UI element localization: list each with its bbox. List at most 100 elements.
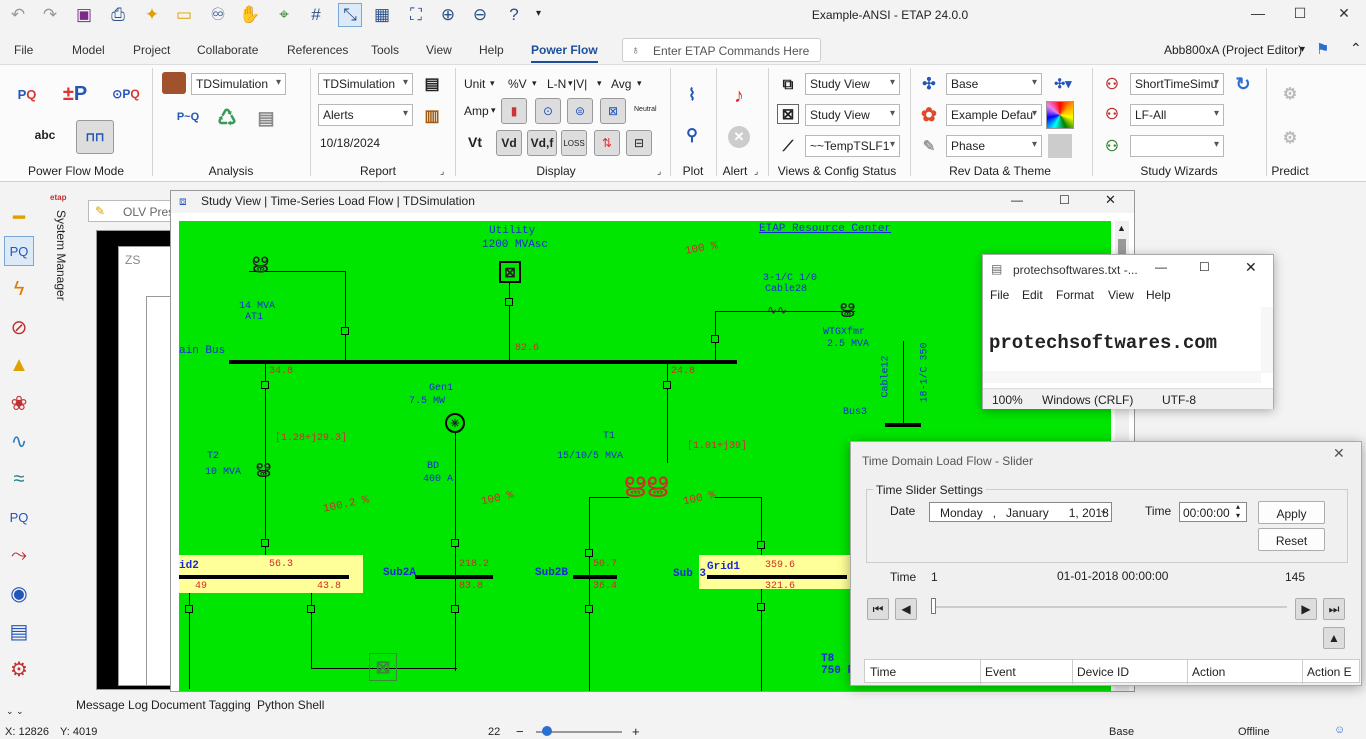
binoculars-icon[interactable]: ♾ <box>206 3 230 27</box>
toolbar-scroll-icon[interactable]: ⌄ ⌄ <box>6 706 24 717</box>
avg-dropdown-icon[interactable]: ▾ <box>637 78 642 89</box>
zoom-in-button[interactable]: + <box>632 724 640 739</box>
menu-help[interactable]: Help <box>479 43 504 57</box>
optimal-power-flow-icon[interactable]: ± P <box>58 80 92 108</box>
undo-icon[interactable]: ↶ <box>6 3 30 27</box>
print-icon[interactable]: ⎙ <box>106 3 130 27</box>
breaker-node[interactable] <box>261 539 269 547</box>
at1-transformer-icon[interactable]: ൠ <box>251 251 268 274</box>
breaker-node[interactable] <box>185 605 193 613</box>
zoom-in-icon[interactable]: ⊕ <box>436 3 460 27</box>
display-l-n[interactable]: L-N <box>547 77 566 91</box>
pct-v-dropdown-icon[interactable]: ▾ <box>532 78 537 89</box>
flow-direction-icon[interactable]: ⇅ <box>594 130 620 156</box>
config-icon[interactable]: ⊠ <box>777 104 799 124</box>
notepad-close-button[interactable]: ✕ <box>1245 259 1257 276</box>
next-frame-button[interactable]: ▶ <box>1295 598 1317 620</box>
menu-power-flow[interactable]: Power Flow <box>531 43 598 63</box>
report-manager-icon[interactable]: ▤ <box>420 72 444 96</box>
t2-transformer-icon[interactable]: ൠ <box>255 457 271 478</box>
gauge-pq-icon[interactable]: ⊙P Q <box>110 78 142 110</box>
breaker-node[interactable] <box>663 381 671 389</box>
time-series-mode-icon[interactable]: ⊓⊓ <box>76 120 114 154</box>
solar-panel-icon[interactable]: ▤ <box>250 104 282 132</box>
notepad-menu-help[interactable]: Help <box>1146 288 1171 302</box>
slider-close-button[interactable]: ✕ <box>1333 445 1345 462</box>
time-slider-thumb[interactable] <box>931 598 936 614</box>
display-unit[interactable]: Unit <box>464 77 485 91</box>
sub2b-bus[interactable] <box>573 575 617 579</box>
pan-hand-icon[interactable]: ✋ <box>238 3 262 27</box>
zoom-out-icon[interactable]: ⊖ <box>468 3 492 27</box>
breaker-node[interactable] <box>451 605 459 613</box>
zoom-select-icon[interactable]: ⤡ <box>338 3 362 27</box>
grid-icon[interactable]: # <box>304 3 328 27</box>
breaker-node[interactable] <box>757 541 765 549</box>
display-neutral[interactable]: Neutral <box>634 106 657 113</box>
breaker-node[interactable] <box>711 335 719 343</box>
minimize-button[interactable]: — <box>1238 5 1278 25</box>
display-vd[interactable]: Vd <box>496 130 522 156</box>
system-manager-tab[interactable]: System Manager <box>44 210 68 320</box>
breaker-node[interactable] <box>261 381 269 389</box>
tab-message-log[interactable]: Message Log <box>76 698 148 712</box>
transient-stability-icon[interactable]: ∿ <box>4 426 34 456</box>
study-view-dropdown-1[interactable]: Study View <box>805 73 900 95</box>
resource-center-link[interactable]: ETAP Resource Center <box>759 223 891 235</box>
maximize-button[interactable]: ☐ <box>1280 5 1320 25</box>
status-user-icon[interactable]: ☺ <box>1334 724 1345 736</box>
bell-icon[interactable]: ♪ <box>728 84 750 108</box>
abs-v-dropdown-icon[interactable]: ▾ <box>597 78 602 89</box>
col-event[interactable]: Event <box>985 665 1016 679</box>
display-loss[interactable]: LOSS <box>561 130 587 156</box>
close-button[interactable]: ✕ <box>1324 5 1364 25</box>
menu-view[interactable]: View <box>426 43 452 57</box>
menu-file[interactable]: File <box>14 43 33 57</box>
notepad-menu-edit[interactable]: Edit <box>1022 288 1043 302</box>
refresh-green-icon[interactable]: ♺ <box>212 104 242 132</box>
edit-mode-icon[interactable]: ━ <box>4 202 34 232</box>
zoom-slider-thumb[interactable] <box>542 726 552 736</box>
help-pointer-icon[interactable]: ? <box>502 3 526 27</box>
load-flow-mode-icon[interactable]: PQ <box>4 236 34 266</box>
wizard-dropdown-2[interactable]: LF-All <box>1130 104 1224 126</box>
menu-collaborate[interactable]: Collaborate <box>197 43 258 57</box>
open-folder-icon[interactable]: ▭ <box>172 3 196 27</box>
short-circuit-icon[interactable]: ϟ <box>4 274 34 304</box>
date-picker[interactable]: Monday , January 1, 2018 ⌄ <box>929 502 1112 522</box>
cable28-icon[interactable]: ∿∿ <box>767 303 787 317</box>
command-search[interactable]: ♁ Enter ETAP Commands Here <box>622 38 821 62</box>
col-device-id[interactable]: Device ID <box>1077 665 1129 679</box>
tie-device-icon[interactable]: ⊠ <box>369 653 397 681</box>
notepad-maximize-button[interactable]: ☐ <box>1199 260 1210 274</box>
pq-waveform-icon[interactable]: P~Q <box>172 104 204 130</box>
breaker-node[interactable] <box>341 327 349 335</box>
bus-display-icon[interactable]: ⊟ <box>626 130 652 156</box>
menu-project[interactable]: Project <box>133 43 170 57</box>
network-icon[interactable]: ✣ <box>918 74 940 94</box>
plot-chart-icon[interactable]: ⌇ <box>680 84 704 106</box>
main-bus[interactable] <box>229 360 737 364</box>
flag-icon[interactable]: ⚑ <box>1316 40 1329 58</box>
menu-model[interactable]: Model <box>72 43 105 57</box>
col-time[interactable]: Time <box>870 665 896 679</box>
lf-wizard-icon[interactable]: ⚇ <box>1100 104 1124 124</box>
wizard-dropdown-1[interactable]: ShortTimeSimu <box>1130 73 1224 95</box>
alert-launcher-icon[interactable]: ⌟ <box>754 166 758 177</box>
wtgxfmr-icon[interactable]: ൠ <box>839 297 855 318</box>
display-launcher-icon[interactable]: ⌟ <box>657 166 661 177</box>
ribbon-collapse-icon[interactable]: ⌃ <box>1350 40 1362 57</box>
controller-icon[interactable]: ⚙ <box>4 654 34 684</box>
arc-flash-icon[interactable]: ▲ <box>4 350 34 380</box>
transformer-display-icon[interactable]: ⊠ <box>600 98 626 124</box>
renewable-icon[interactable]: ▤ <box>4 616 34 646</box>
alert-clear-icon[interactable]: ✕ <box>728 126 750 148</box>
report-launcher-icon[interactable]: ⌟ <box>440 166 444 177</box>
display-abs-v[interactable]: |V| <box>573 77 587 91</box>
previous-frame-button[interactable]: ◀ <box>895 598 917 620</box>
apply-button[interactable]: Apply <box>1258 501 1325 524</box>
study-view-dropdown-2[interactable]: Study View <box>805 104 900 126</box>
calculator-icon[interactable]: ▦ <box>370 3 394 27</box>
reset-button[interactable]: Reset <box>1258 528 1325 551</box>
notepad-menu-format[interactable]: Format <box>1056 288 1094 302</box>
